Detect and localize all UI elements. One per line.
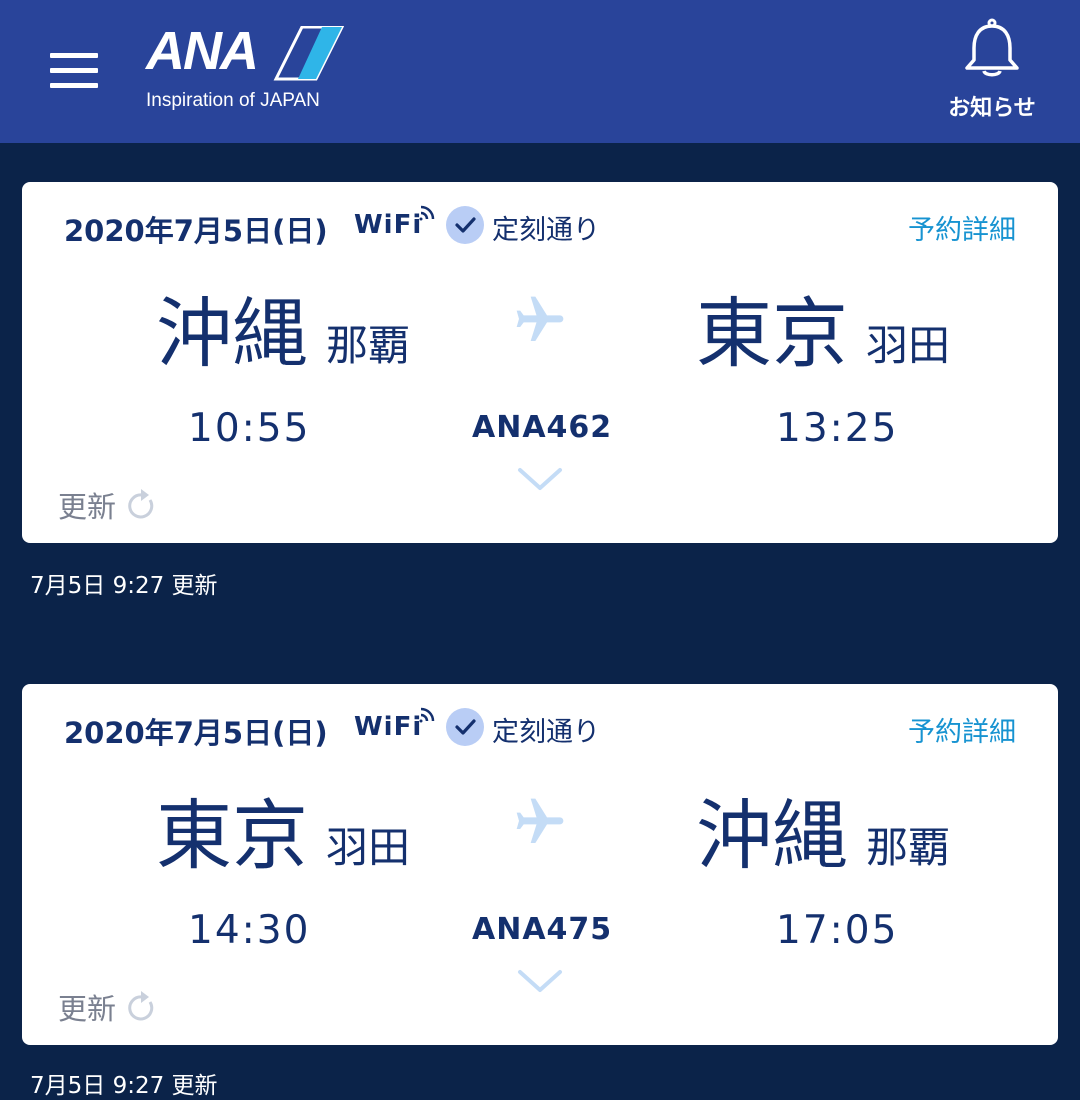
ana-logo[interactable]: ANA Inspiration of JAPAN <box>146 21 346 118</box>
last-updated-note: 7月5日 9:27 更新 <box>30 573 218 599</box>
menu-line <box>50 68 98 73</box>
destination: 東京 羽田 <box>696 272 950 382</box>
origin: 沖縄 那覇 <box>156 272 410 382</box>
chevron-down-icon[interactable] <box>517 968 563 994</box>
flight-status: 定刻通り <box>492 717 600 748</box>
wifi-badge: WiFi <box>354 707 438 744</box>
logo-tagline: Inspiration of JAPAN <box>146 90 320 111</box>
logo-text: ANA <box>146 21 259 81</box>
wifi-label: WiFi <box>354 712 423 742</box>
chevron-down-icon[interactable] <box>517 466 563 492</box>
destination: 沖縄 那覇 <box>696 774 950 884</box>
last-updated-note: 7月5日 9:27 更新 <box>30 1073 218 1099</box>
flight-number: ANA462 <box>472 410 613 445</box>
wifi-badge: WiFi <box>354 205 438 242</box>
flight-card[interactable]: 2020年7月5日(日) WiFi 定刻通り 予約詳細 東京 羽田 沖縄 那覇 14… <box>22 684 1058 1045</box>
departure-time: 10:55 <box>188 406 311 451</box>
origin-airport: 羽田 <box>326 823 411 872</box>
logo-stripe-icon <box>273 26 344 81</box>
destination-airport: 那覇 <box>866 823 951 872</box>
arrival-time: 17:05 <box>776 908 899 953</box>
notifications-button[interactable]: お知らせ <box>936 18 1048 128</box>
arrival-time: 13:25 <box>776 406 899 451</box>
destination-city: 東京 <box>696 289 848 378</box>
origin: 東京 羽田 <box>156 774 410 884</box>
refresh-icon <box>128 991 154 1021</box>
flight-number: ANA475 <box>472 912 613 947</box>
refresh-button[interactable]: 更新 <box>58 986 157 1026</box>
airplane-icon <box>516 296 564 341</box>
reservation-details-link[interactable]: 予約詳細 <box>908 710 1016 749</box>
bell-icon <box>965 18 1019 77</box>
departure-time: 14:30 <box>188 908 311 953</box>
wifi-label: WiFi <box>354 210 423 240</box>
destination-airport: 羽田 <box>866 321 951 370</box>
notifications-label: お知らせ <box>948 96 1036 121</box>
menu-button[interactable] <box>44 44 104 96</box>
wifi-signal-icon <box>419 707 435 723</box>
flight-date: 2020年7月5日(日) <box>64 716 328 750</box>
reservation-details-link[interactable]: 予約詳細 <box>908 208 1016 247</box>
refresh-icon <box>128 489 154 519</box>
status-check-icon <box>446 206 484 244</box>
origin-city: 東京 <box>156 791 308 880</box>
refresh-label: 更新 <box>58 992 117 1026</box>
refresh-label: 更新 <box>58 490 117 524</box>
menu-line <box>50 53 98 58</box>
menu-line <box>50 83 98 88</box>
origin-airport: 那覇 <box>326 321 411 370</box>
flight-card[interactable]: 2020年7月5日(日) WiFi 定刻通り 予約詳細 沖縄 那覇 東京 羽田 10… <box>22 182 1058 543</box>
refresh-button[interactable]: 更新 <box>58 484 157 524</box>
origin-city: 沖縄 <box>156 289 308 378</box>
status-check-icon <box>446 708 484 746</box>
wifi-signal-icon <box>419 205 435 221</box>
airplane-icon <box>516 798 564 843</box>
flight-status: 定刻通り <box>492 215 600 246</box>
flight-date: 2020年7月5日(日) <box>64 214 328 248</box>
destination-city: 沖縄 <box>696 791 848 880</box>
app-header: ANA Inspiration of JAPAN お知らせ <box>0 0 1080 143</box>
